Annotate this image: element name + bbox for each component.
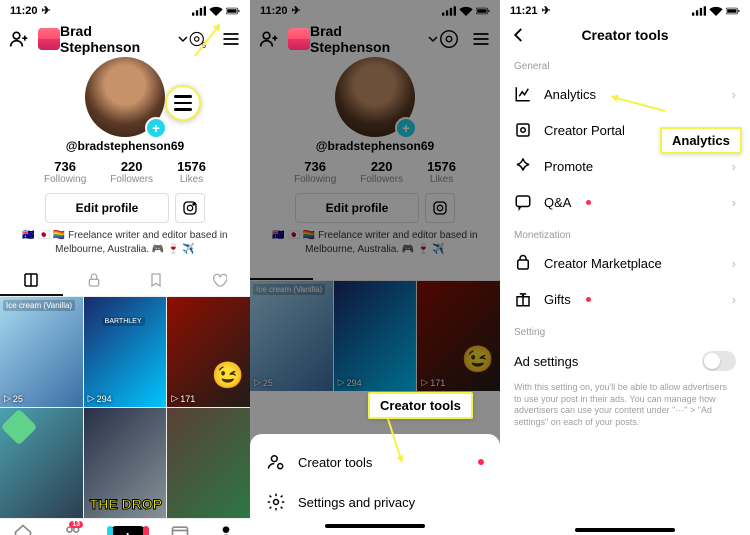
- qa-icon: [514, 193, 532, 211]
- screen-creator-tools: 11:21✈ Creator tools General Analytics ›…: [500, 0, 750, 535]
- gift-icon[interactable]: [288, 28, 310, 50]
- thumb[interactable]: [0, 408, 83, 518]
- battery-icon: [476, 6, 490, 16]
- stat-following[interactable]: 736Following: [44, 159, 86, 185]
- home-indicator: [325, 524, 425, 528]
- display-name: Brad Stephenson: [60, 23, 175, 55]
- section-monetization: Monetization: [500, 220, 750, 245]
- nav-compose[interactable]: +: [110, 526, 146, 535]
- ad-settings-desc: With this setting on, you'll be able to …: [500, 380, 750, 429]
- ad-settings-label: Ad settings: [514, 354, 578, 369]
- callout-analytics: Analytics: [660, 127, 742, 154]
- row-qa[interactable]: Q&A›: [500, 184, 750, 220]
- nav-profile[interactable]: Profile: [215, 523, 238, 535]
- hamburger-highlight[interactable]: [165, 85, 201, 121]
- stat-likes[interactable]: 1576Likes: [177, 159, 206, 185]
- ad-settings-toggle[interactable]: [702, 351, 736, 371]
- section-setting: Setting: [500, 317, 750, 342]
- tab-grid[interactable]: [0, 266, 63, 296]
- row-ad-settings[interactable]: Ad settings: [500, 342, 750, 380]
- menu-icon[interactable]: [470, 28, 492, 50]
- instagram-button[interactable]: [175, 193, 205, 223]
- thumb[interactable]: THE DROP: [84, 408, 167, 518]
- edit-profile-button[interactable]: Edit profile: [45, 193, 170, 223]
- page-title: Creator tools: [581, 27, 668, 43]
- status-bar: 11:21✈: [500, 0, 750, 19]
- gift-icon[interactable]: [38, 28, 60, 50]
- row-analytics-label: Analytics: [544, 87, 596, 102]
- section-general: General: [500, 51, 750, 76]
- username-dropdown[interactable]: Brad Stephenson: [310, 23, 438, 55]
- views-icon[interactable]: [438, 28, 460, 50]
- nav-inbox[interactable]: Inbox: [170, 523, 190, 535]
- wifi-icon: [209, 6, 223, 16]
- add-friend-icon[interactable]: [258, 28, 280, 50]
- signal-icon: [442, 6, 456, 16]
- screen-profile: 11:20 ✈ Brad Stephenson 8 + @bradstephen…: [0, 0, 250, 535]
- thumb[interactable]: Ice cream (Vanilla)▷ 25: [0, 297, 83, 407]
- bottom-sheet: Creator tools Settings and privacy: [250, 434, 500, 535]
- avatar-add-icon[interactable]: +: [145, 117, 167, 139]
- home-indicator: [575, 528, 675, 532]
- battery-icon: [726, 6, 740, 16]
- nav-friends[interactable]: Friends13: [58, 523, 85, 535]
- notification-dot-icon: [586, 297, 591, 302]
- status-bar: 11:20 ✈: [0, 0, 250, 19]
- nav-home[interactable]: Home: [12, 523, 33, 535]
- wifi-icon: [709, 6, 723, 16]
- gifts-icon: [514, 290, 532, 308]
- tab-liked[interactable]: [188, 266, 251, 296]
- stat-followers[interactable]: 220Followers: [110, 159, 153, 185]
- notification-dot-icon: [586, 200, 591, 205]
- portal-icon: [514, 121, 532, 139]
- add-friend-icon[interactable]: [8, 28, 30, 50]
- row-analytics[interactable]: Analytics ›: [500, 76, 750, 112]
- avatar[interactable]: +: [85, 57, 165, 137]
- row-marketplace[interactable]: Creator Marketplace›: [500, 245, 750, 281]
- edit-profile-button[interactable]: Edit profile: [295, 193, 420, 223]
- sheet-creator-tools-label: Creator tools: [298, 455, 372, 470]
- thumb[interactable]: BARTHLEY▷ 294: [84, 297, 167, 407]
- username-dropdown[interactable]: Brad Stephenson: [60, 23, 188, 55]
- back-button[interactable]: [510, 26, 528, 44]
- marketplace-icon: [514, 254, 532, 272]
- chevron-down-icon: [428, 34, 438, 44]
- avatar-add-icon[interactable]: +: [395, 117, 417, 139]
- chevron-right-icon: ›: [732, 87, 736, 102]
- thumb[interactable]: [167, 408, 250, 518]
- stats-row: 736Following 220Followers 1576Likes: [0, 159, 250, 185]
- bio: 🇦🇺 🇯🇵 🏳️‍🌈 Freelance writer and editor b…: [0, 229, 250, 262]
- chevron-down-icon: [178, 34, 188, 44]
- row-gifts[interactable]: Gifts›: [500, 281, 750, 317]
- tab-private[interactable]: [63, 266, 126, 296]
- status-time: 11:20: [10, 5, 38, 17]
- creator-tools-header: Creator tools: [500, 19, 750, 51]
- sheet-creator-tools[interactable]: Creator tools: [250, 442, 500, 482]
- status-bar: 11:20✈: [250, 0, 500, 19]
- handle: @bradstephenson69: [0, 139, 250, 153]
- instagram-button[interactable]: [425, 193, 455, 223]
- content-tabs: [0, 266, 250, 297]
- sheet-settings[interactable]: Settings and privacy: [250, 482, 500, 522]
- signal-icon: [192, 6, 206, 16]
- thumb[interactable]: 😉▷ 171: [167, 297, 250, 407]
- screen-sheet: 11:20✈ Brad Stephenson + @bradstephenson…: [250, 0, 500, 535]
- tab-saved[interactable]: [125, 266, 188, 296]
- analytics-icon: [514, 85, 532, 103]
- person-gear-icon: [266, 452, 286, 472]
- callout-creator-tools: Creator tools: [368, 392, 473, 419]
- signal-icon: [692, 6, 706, 16]
- menu-icon[interactable]: [220, 28, 242, 50]
- notification-dot-icon: [478, 459, 484, 465]
- promote-icon: [514, 157, 532, 175]
- sheet-settings-label: Settings and privacy: [298, 495, 415, 510]
- avatar[interactable]: +: [335, 57, 415, 137]
- friends-badge: 13: [69, 521, 83, 528]
- wifi-icon: [459, 6, 473, 16]
- bottom-nav: Home Friends13 + Inbox Profile: [0, 518, 250, 535]
- video-grid: Ice cream (Vanilla)▷ 25 BARTHLEY▷ 294 😉▷…: [0, 297, 250, 518]
- battery-icon: [226, 6, 240, 16]
- gear-icon: [266, 492, 286, 512]
